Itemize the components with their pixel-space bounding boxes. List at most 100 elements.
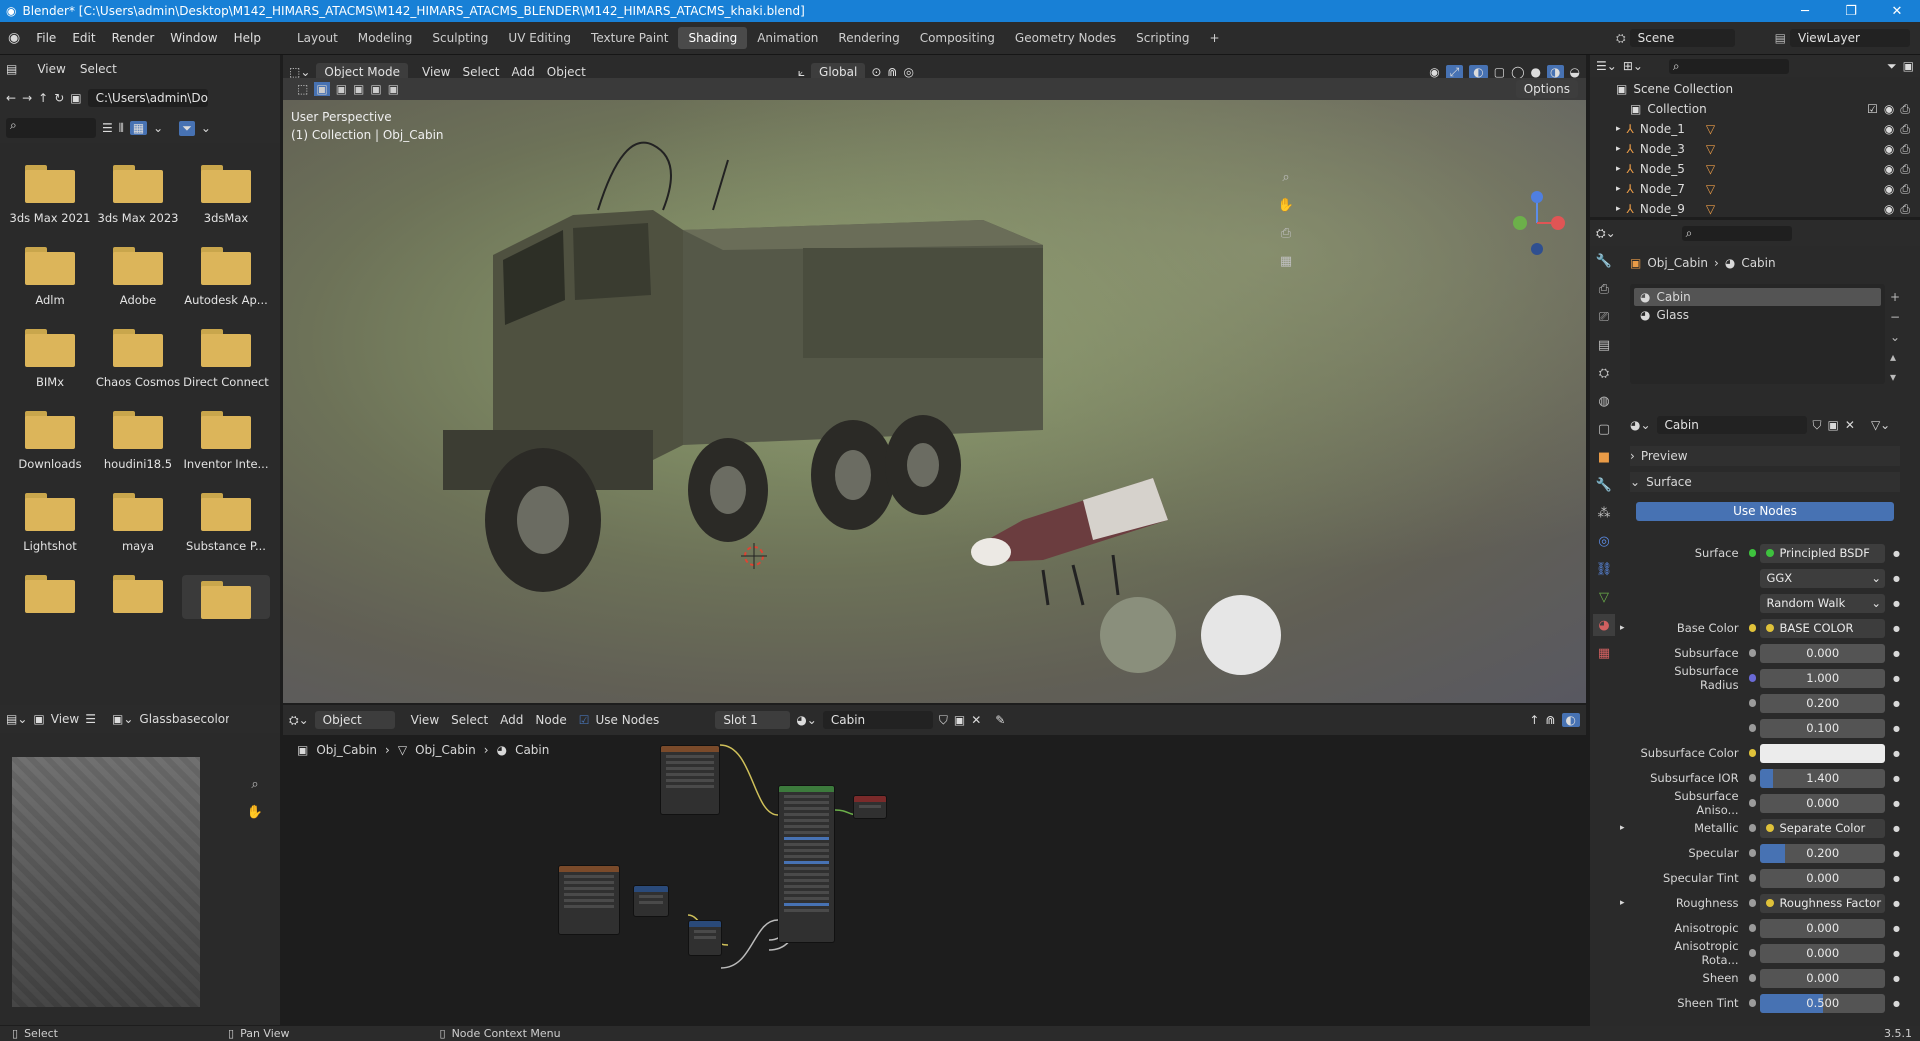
material-browse-icon[interactable]: ◕⌄ — [1630, 418, 1651, 432]
slot-selector[interactable]: Slot 1 — [715, 711, 791, 729]
file-item[interactable]: Autodesk Ap... — [182, 247, 270, 307]
tab-shading[interactable]: Shading — [678, 27, 748, 49]
file-item[interactable]: maya — [94, 493, 182, 553]
file-item[interactable]: Substance P... — [182, 493, 270, 553]
pan-hand-icon[interactable]: ✋ — [1275, 194, 1297, 216]
outliner-search-icon[interactable]: ⌕ — [1668, 58, 1789, 74]
world-tab-icon[interactable]: ◍ — [1593, 390, 1615, 412]
socket-dot-icon[interactable] — [1748, 774, 1757, 782]
proportional-edit-icon[interactable]: ◎ — [903, 65, 913, 79]
number-field[interactable]: 0.000 — [1760, 918, 1885, 938]
back-arrow-icon[interactable]: ← — [6, 91, 16, 105]
keyframe-dot-icon[interactable]: ● — [1893, 874, 1900, 883]
camera-render-icon[interactable]: ⎙ — [1900, 122, 1910, 137]
ne-material-field[interactable]: Cabin — [822, 711, 933, 729]
zoom-icon[interactable]: ⌕ — [1275, 166, 1297, 188]
image-editor-type-icon[interactable]: ▤⌄ — [6, 712, 27, 726]
eye-icon[interactable]: ◉ — [1884, 122, 1894, 136]
atacms-missile-model[interactable] — [971, 478, 1168, 606]
separate-color-node[interactable] — [633, 885, 669, 917]
file-item[interactable]: Inventor Inte... — [182, 411, 270, 471]
use-nodes-checkbox-icon[interactable]: ☑ — [579, 713, 590, 727]
socket-dot-icon[interactable] — [1748, 549, 1757, 557]
move-down-icon[interactable]: ▾ — [1890, 370, 1900, 384]
minimize-button[interactable]: ─ — [1782, 4, 1828, 19]
file-item[interactable]: 3ds Max 2021 — [6, 165, 94, 225]
outliner-item-node-1[interactable]: ▸ ⅄ Node_1 ▽ ◉ ⎙ — [1616, 119, 1910, 139]
slot-item-glass[interactable]: ◕ Glass — [1634, 306, 1881, 324]
socket-dot-icon[interactable] — [1748, 999, 1757, 1007]
material-tab-icon[interactable]: ◕ — [1593, 614, 1615, 636]
keyframe-dot-icon[interactable]: ● — [1893, 699, 1900, 708]
eye-icon[interactable]: ◉ — [1884, 202, 1894, 216]
socket-dot-icon[interactable] — [1748, 874, 1757, 882]
add-workspace-button[interactable]: + — [1200, 27, 1230, 49]
socket-dot-icon[interactable] — [1748, 974, 1757, 982]
properties-type-icon[interactable]: ⛭⌄ — [1596, 226, 1616, 241]
preview-panel-header[interactable]: › Preview — [1630, 446, 1900, 466]
rendered-shading-icon[interactable]: ◒ — [1570, 65, 1580, 79]
number-field[interactable]: 0.000 — [1760, 793, 1885, 813]
outliner-filter-icon[interactable]: ⏷ — [1887, 59, 1897, 74]
editor-type-icon[interactable]: ▤ — [6, 62, 17, 76]
tab-modeling[interactable]: Modeling — [348, 27, 423, 49]
keyframe-dot-icon[interactable]: ● — [1893, 574, 1900, 583]
eye-icon[interactable]: ◉ — [1884, 142, 1894, 156]
navigation-gizmo[interactable] — [1513, 191, 1565, 255]
vp-menu-view[interactable]: View — [422, 65, 450, 79]
number-field[interactable]: 0.200 — [1760, 693, 1885, 713]
number-field[interactable]: 0.500 — [1760, 993, 1885, 1013]
number-field[interactable]: 0.000 — [1760, 968, 1885, 988]
camera-render-icon[interactable]: ⎙ — [1900, 162, 1910, 177]
socket-dot-icon[interactable] — [1748, 724, 1757, 732]
node-editor-type-icon[interactable]: ⛭⌄ — [289, 713, 309, 728]
object-tab-icon[interactable]: ■ — [1593, 446, 1615, 468]
expand-arrow-icon[interactable]: ▸ — [1616, 144, 1621, 154]
socket-dot-icon[interactable] — [1748, 699, 1757, 707]
forward-arrow-icon[interactable]: → — [22, 91, 32, 105]
number-field[interactable]: 0.000 — [1760, 868, 1885, 888]
roughness-math-node[interactable] — [688, 920, 722, 956]
select-new-icon[interactable]: ▣ — [314, 82, 330, 96]
move-up-icon[interactable]: ▴ — [1890, 350, 1900, 364]
file-item[interactable]: Adobe — [94, 247, 182, 307]
duplicate-material-icon[interactable]: ▣ — [1828, 418, 1839, 432]
principled-bsdf-node[interactable] — [778, 785, 835, 943]
3d-cursor-icon[interactable] — [741, 543, 767, 569]
sort-chevron-icon[interactable]: ⌄ — [153, 121, 163, 135]
add-slot-icon[interactable]: + — [1890, 290, 1900, 304]
keyframe-dot-icon[interactable]: ● — [1893, 674, 1900, 683]
socket-dot-icon[interactable] — [1748, 799, 1757, 807]
keyframe-dot-icon[interactable]: ● — [1893, 624, 1900, 633]
new-collection-icon[interactable]: ▣ — [1903, 59, 1914, 73]
number-field[interactable]: 0.000 — [1760, 643, 1885, 663]
keyframe-dot-icon[interactable]: ● — [1893, 999, 1900, 1008]
socket-dot-icon[interactable] — [1748, 624, 1757, 632]
solid-shading-icon[interactable]: ● — [1531, 65, 1541, 79]
ne-overlay-icon[interactable]: ◐ — [1561, 713, 1580, 727]
list-horizontal-icon[interactable]: ⫴ — [119, 121, 124, 136]
maximize-button[interactable]: ❐ — [1828, 4, 1874, 19]
keyframe-dot-icon[interactable]: ● — [1893, 649, 1900, 658]
camera-render-icon[interactable]: ⎙ — [1900, 142, 1910, 157]
texture-tab-icon[interactable]: ▦ — [1593, 642, 1615, 664]
fb-menu-select[interactable]: Select — [80, 62, 117, 76]
pin-icon[interactable]: ✎ — [995, 713, 1005, 727]
linked-socket-field[interactable]: Roughness Factor — [1760, 893, 1886, 913]
number-field[interactable]: 0.200 — [1760, 843, 1885, 863]
3d-viewport[interactable]: User Perspective (1) Collection | Obj_Ca… — [283, 100, 1586, 703]
socket-dot-icon[interactable] — [1748, 924, 1757, 932]
blender-menu-icon[interactable]: ◉ — [0, 30, 28, 46]
outliner-item-node-7[interactable]: ▸ ⅄ Node_7 ▽ ◉ ⎙ — [1616, 179, 1910, 199]
file-item[interactable] — [182, 575, 270, 619]
file-item[interactable]: 3dsMax — [182, 165, 270, 225]
fake-user-icon[interactable]: ⛉ — [1813, 418, 1822, 433]
particles-tab-icon[interactable]: ⁂ — [1593, 502, 1615, 524]
eye-icon[interactable]: ◉ — [1884, 182, 1894, 196]
shader-type-selector[interactable]: Object — [314, 711, 395, 729]
sidebar-toggle-icon[interactable]: ☰ — [85, 712, 96, 726]
keyframe-dot-icon[interactable]: ● — [1893, 824, 1900, 833]
use-nodes-button[interactable]: Use Nodes — [1636, 502, 1894, 521]
menu-render[interactable]: Render — [104, 31, 163, 45]
linked-socket-field[interactable]: BASE COLOR — [1760, 618, 1886, 638]
